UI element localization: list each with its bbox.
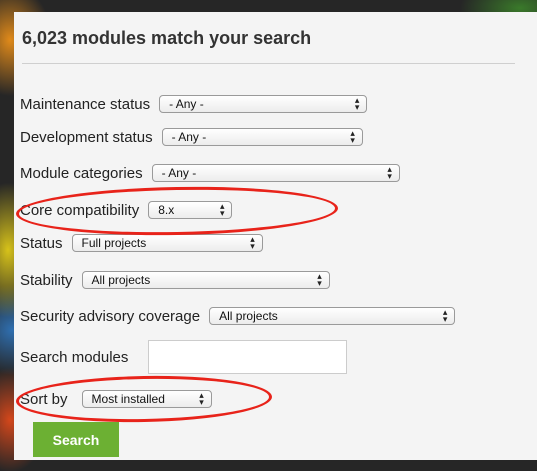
stability-label: Stability	[20, 271, 73, 289]
module-categories-select[interactable]: - Any - ▴ ▾	[151, 164, 400, 182]
sort-by-value: Most installed	[91, 392, 165, 406]
maintenance-status-label: Maintenance status	[20, 95, 151, 113]
filter-search-modules: Search modules	[20, 339, 348, 375]
status-value: Full projects	[81, 236, 147, 250]
up-down-chevron-icon: ▴ ▾	[350, 128, 355, 145]
core-compatibility-label: Core compatibility	[20, 201, 140, 219]
core-compatibility-select[interactable]: 8.x ▴ ▾	[148, 201, 233, 219]
status-label: Status	[20, 234, 63, 252]
filter-development-status: Development status - Any - ▴ ▾	[20, 124, 363, 150]
sort-by: Sort by Most installed ▴ ▾	[20, 386, 212, 412]
up-down-chevron-icon: ▴ ▾	[250, 234, 255, 251]
search-modules-label: Search modules	[20, 348, 129, 366]
filter-security-advisory-coverage: Security advisory coverage All projects …	[20, 303, 456, 329]
core-compatibility-value: 8.x	[158, 203, 175, 217]
stability-select[interactable]: All projects ▴ ▾	[81, 271, 330, 289]
search-modules-input[interactable]	[148, 340, 348, 374]
sort-by-label: Sort by	[20, 390, 68, 408]
up-down-chevron-icon: ▴ ▾	[199, 390, 204, 407]
module-categories-label: Module categories	[20, 164, 143, 182]
up-down-chevron-icon: ▴ ▾	[387, 164, 392, 181]
up-down-chevron-icon: ▴ ▾	[442, 307, 448, 324]
development-status-select[interactable]: - Any - ▴ ▾	[161, 128, 363, 146]
security-coverage-select[interactable]: All projects ▴ ▾	[209, 307, 456, 325]
up-down-chevron-icon: ▴ ▾	[317, 271, 322, 288]
search-button[interactable]: Search	[33, 422, 119, 457]
divider	[22, 63, 515, 64]
filter-status: Status Full projects ▴ ▾	[20, 230, 263, 256]
filter-maintenance-status: Maintenance status - Any - ▴ ▾	[20, 91, 368, 117]
security-coverage-value: All projects	[219, 309, 278, 323]
up-down-chevron-icon: ▴ ▾	[354, 95, 360, 112]
status-select[interactable]: Full projects ▴ ▾	[71, 234, 263, 252]
development-status-value: - Any -	[171, 130, 207, 144]
up-down-chevron-icon: ▴ ▾	[219, 201, 225, 218]
maintenance-status-value: - Any -	[169, 97, 204, 111]
results-count-heading: 6,023 modules match your search	[22, 28, 312, 48]
development-status-label: Development status	[20, 128, 153, 146]
security-coverage-label: Security advisory coverage	[20, 307, 201, 325]
maintenance-status-select[interactable]: - Any - ▴ ▾	[159, 95, 368, 113]
sort-by-select[interactable]: Most installed ▴ ▾	[81, 390, 212, 408]
stability-value: All projects	[91, 273, 151, 287]
filter-core-compatibility: Core compatibility 8.x ▴ ▾	[20, 197, 233, 223]
filter-module-categories: Module categories - Any - ▴ ▾	[20, 160, 400, 186]
module-categories-value: - Any -	[161, 166, 197, 180]
filter-stability: Stability All projects ▴ ▾	[20, 267, 330, 293]
